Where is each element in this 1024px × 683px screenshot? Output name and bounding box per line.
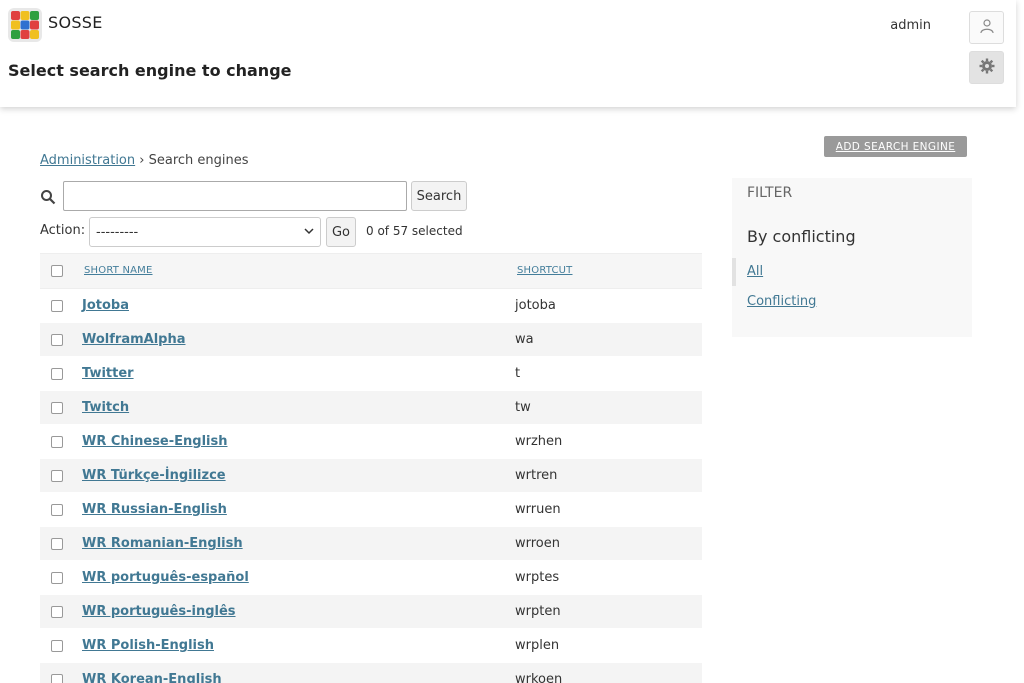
row-checkbox[interactable] — [51, 640, 63, 652]
select-all-checkbox[interactable] — [51, 265, 63, 277]
row-checkbox[interactable] — [51, 674, 63, 683]
column-shortcut[interactable]: SHORTCUT — [517, 265, 573, 276]
engine-shortcut: wrpten — [515, 604, 561, 619]
user-name: admin — [890, 18, 931, 33]
settings-button[interactable] — [969, 51, 1004, 84]
engine-name-link[interactable]: WR Türkçe-İngilizce — [82, 468, 226, 483]
table-header: SHORT NAME SHORTCUT — [40, 253, 702, 289]
row-checkbox[interactable] — [51, 470, 63, 482]
search-icon — [40, 189, 56, 205]
engine-name-link[interactable]: WR Korean-English — [82, 672, 222, 683]
page-title: Select search engine to change — [8, 61, 292, 80]
engine-shortcut: jotoba — [515, 298, 556, 313]
gear-icon — [979, 58, 995, 78]
engine-shortcut: wa — [515, 332, 534, 347]
table-row: WR Romanian-English wrroen — [40, 527, 702, 561]
breadcrumb: Administration › Search engines — [40, 153, 249, 168]
engine-name-link[interactable]: Twitch — [82, 400, 129, 415]
breadcrumb-administration[interactable]: Administration — [40, 153, 135, 168]
search-input[interactable] — [63, 181, 407, 211]
user-menu-button[interactable] — [969, 11, 1004, 44]
table-row: Twitter t — [40, 357, 702, 391]
row-checkbox[interactable] — [51, 538, 63, 550]
table-row: WR português-español wrptes — [40, 561, 702, 595]
action-label: Action: — [40, 223, 86, 238]
go-button[interactable]: Go — [326, 217, 356, 247]
filter-option-all[interactable]: All — [747, 264, 763, 279]
table-row: Twitch tw — [40, 391, 702, 425]
table-body: Jotoba jotoba WolframAlpha wa Twitter t Twi… — [40, 289, 702, 683]
breadcrumb-separator: › — [139, 153, 145, 168]
engine-name-link[interactable]: WR Chinese-English — [82, 434, 228, 449]
row-checkbox[interactable] — [51, 504, 63, 516]
engine-shortcut: wrroen — [515, 536, 560, 551]
row-checkbox[interactable] — [51, 402, 63, 414]
brand-name[interactable]: SOSSE — [48, 13, 103, 32]
engine-shortcut: tw — [515, 400, 531, 415]
breadcrumb-current: Search engines — [148, 153, 249, 168]
user-icon — [979, 18, 995, 38]
selected-filter-marker — [732, 258, 736, 286]
table-row: WR Polish-English wrplen — [40, 629, 702, 663]
engine-name-link[interactable]: WR Polish-English — [82, 638, 214, 653]
engine-name-link[interactable]: Twitter — [82, 366, 134, 381]
action-selected-option: --------- — [96, 224, 139, 240]
engine-shortcut: wrruen — [515, 502, 561, 517]
engine-name-link[interactable]: WR Romanian-English — [82, 536, 243, 551]
sosse-logo[interactable] — [8, 8, 42, 42]
filter-heading: By conflicting — [747, 227, 856, 246]
engine-shortcut: wrkoen — [515, 672, 563, 683]
top-header: SOSSE Select search engine to change adm… — [0, 0, 1016, 107]
chevron-down-icon — [304, 225, 314, 240]
results-table: SHORT NAME SHORTCUT Jotoba jotoba Wolfram… — [40, 253, 702, 683]
add-search-engine-button[interactable]: ADD SEARCH ENGINE — [824, 136, 967, 157]
filter-option-conflicting[interactable]: Conflicting — [747, 294, 816, 309]
search-button[interactable]: Search — [411, 181, 467, 211]
engine-shortcut: wrplen — [515, 638, 560, 653]
action-select[interactable]: --------- — [89, 217, 321, 247]
row-checkbox[interactable] — [51, 436, 63, 448]
row-checkbox[interactable] — [51, 334, 63, 346]
row-checkbox[interactable] — [51, 368, 63, 380]
table-row: WR Türkçe-İngilizce wrtren — [40, 459, 702, 493]
table-row: Jotoba jotoba — [40, 289, 702, 323]
engine-name-link[interactable]: WR Russian-English — [82, 502, 227, 517]
selected-count: 0 of 57 selected — [366, 224, 463, 238]
table-row: WolframAlpha wa — [40, 323, 702, 357]
table-row: WR Chinese-English wrzhen — [40, 425, 702, 459]
row-checkbox[interactable] — [51, 606, 63, 618]
engine-shortcut: t — [515, 366, 521, 381]
table-row: WR Russian-English wrruen — [40, 493, 702, 527]
row-checkbox[interactable] — [51, 572, 63, 584]
engine-name-link[interactable]: WR português-inglês — [82, 604, 236, 619]
row-checkbox[interactable] — [51, 300, 63, 312]
engine-shortcut: wrptes — [515, 570, 560, 585]
table-row: WR português-inglês wrpten — [40, 595, 702, 629]
engine-shortcut: wrtren — [515, 468, 558, 483]
engine-name-link[interactable]: WolframAlpha — [82, 332, 186, 347]
filter-title: FILTER — [747, 185, 793, 201]
engine-shortcut: wrzhen — [515, 434, 563, 449]
table-row: WR Korean-English wrkoen — [40, 663, 702, 683]
engine-name-link[interactable]: WR português-español — [82, 570, 249, 585]
filter-panel: FILTER By conflicting All Conflicting — [732, 178, 972, 337]
column-short-name[interactable]: SHORT NAME — [84, 265, 153, 276]
engine-name-link[interactable]: Jotoba — [82, 298, 129, 313]
